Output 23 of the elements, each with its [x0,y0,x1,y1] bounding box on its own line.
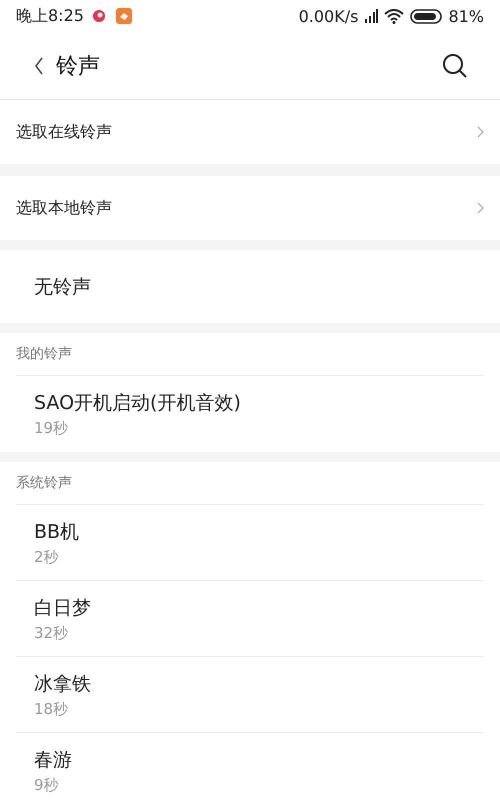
ringtone-option[interactable]: 无铃声 [0,250,500,323]
search-icon [442,52,468,78]
ringtone-item[interactable]: BB机 2秒 [16,505,484,581]
ringtone-item[interactable]: 春游 9秒 [16,733,484,800]
ringtone-item[interactable]: 白日梦 32秒 [16,581,484,657]
chevron-right-icon [477,202,484,214]
ringtone-item[interactable]: 冰拿铁 18秒 [16,657,484,733]
chevron-right-icon [477,126,484,138]
wifi-icon [384,8,404,24]
network-speed: 0.00K/s [298,6,358,26]
menu-item[interactable]: 选取本地铃声 [0,176,500,240]
status-time: 晚上8:25 [16,6,84,26]
signal-icon [364,9,378,23]
section-title: 我的铃声 [16,345,72,363]
battery-icon [410,8,442,24]
menu-item[interactable]: 选取在线铃声 [0,100,500,164]
section-title: 系统铃声 [16,474,72,492]
back-icon [34,56,44,74]
app-notification-icon [92,9,106,23]
ringtone-item[interactable]: SAO开机启动(开机音效) 19秒 [16,376,484,452]
battery-percent: 81% [448,6,484,26]
page-title: 铃声 [56,52,101,80]
app-notification-icon [116,8,132,24]
